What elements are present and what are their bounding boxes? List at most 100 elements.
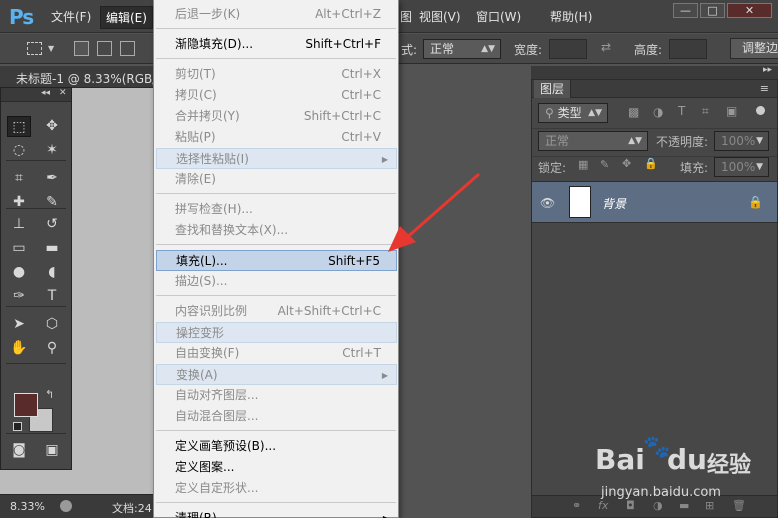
menu-edit[interactable]: 编辑(E): [100, 6, 153, 29]
edit-menu-item[interactable]: 合并拷贝(Y) Shift+Ctrl+C: [156, 106, 397, 127]
collapse-icon[interactable]: ◂◂: [41, 88, 50, 98]
lock-all-icon[interactable]: 🔒: [644, 157, 658, 170]
width-input[interactable]: [549, 39, 587, 59]
screen-mode-icon[interactable]: ▣: [40, 440, 64, 461]
delete-layer-icon[interactable]: 🗑: [732, 499, 746, 512]
link-layers-icon[interactable]: ⚭: [572, 499, 581, 512]
new-selection-icon[interactable]: [74, 41, 89, 56]
pen-icon[interactable]: ✑: [7, 286, 31, 307]
edit-menu-item[interactable]: 自由变换(F) Ctrl+T: [156, 343, 397, 364]
new-group-icon[interactable]: ▬: [679, 499, 689, 512]
menu-window[interactable]: 窗口(W): [476, 8, 521, 25]
default-colors-icon[interactable]: [13, 422, 22, 431]
swap-colors-icon[interactable]: ↰: [45, 388, 54, 401]
pixel-filter-icon[interactable]: ▩: [628, 105, 639, 119]
add-mask-icon[interactable]: ◘: [626, 499, 635, 512]
brush-icon[interactable]: ✎: [40, 192, 64, 213]
eraser-icon[interactable]: ▭: [7, 238, 31, 259]
height-input[interactable]: [669, 39, 707, 59]
shape-filter-icon[interactable]: ⌗: [702, 104, 709, 119]
edit-menu-item[interactable]: 剪切(T) Ctrl+X: [156, 64, 397, 85]
healing-brush-icon[interactable]: ✚: [7, 192, 31, 213]
gradient-icon[interactable]: ▬: [40, 238, 64, 259]
new-layer-icon[interactable]: ⊞: [705, 499, 714, 512]
menu-image-partial[interactable]: 图: [400, 8, 412, 25]
eye-icon[interactable]: 👁: [540, 196, 555, 210]
swap-icon[interactable]: ⇄: [601, 40, 611, 54]
document-tab[interactable]: 未标题-1 @ 8.33%(RGB/8: [0, 66, 164, 88]
edit-menu-item[interactable]: 拼写检查(H)...: [156, 199, 397, 220]
layer-name[interactable]: 背景: [602, 195, 626, 212]
adjustment-layer-icon[interactable]: ◑: [653, 499, 663, 512]
foreground-color-swatch[interactable]: [14, 393, 38, 417]
history-brush-icon[interactable]: ↺: [40, 214, 64, 235]
zoom-icon[interactable]: ⚲: [40, 338, 64, 359]
tab-layers[interactable]: 图层: [534, 80, 572, 98]
edit-menu-item[interactable]: 变换(A) ▶: [156, 364, 397, 385]
lock-position-icon[interactable]: ✥: [622, 157, 631, 170]
edit-menu-item[interactable]: 定义画笔预设(B)...: [156, 436, 397, 457]
close-button[interactable]: ✕: [727, 3, 772, 18]
add-selection-icon[interactable]: [97, 41, 112, 56]
smart-object-filter-icon[interactable]: ▣: [726, 104, 737, 118]
panel-dock-header[interactable]: ▸▸: [531, 65, 778, 79]
filter-kind-select[interactable]: ⚲ 类型 ▲▼: [538, 103, 608, 123]
rect-marquee-icon[interactable]: ⬚: [7, 116, 31, 137]
fx-icon[interactable]: fx: [598, 499, 608, 512]
clone-stamp-icon[interactable]: ⊥: [7, 214, 31, 235]
path-select-icon[interactable]: ➤: [7, 314, 31, 335]
adjustment-filter-icon[interactable]: ◑: [653, 105, 663, 119]
edit-menu-item[interactable]: 粘贴(P) Ctrl+V: [156, 127, 397, 148]
lock-image-icon[interactable]: ✎: [600, 158, 609, 171]
shape-icon[interactable]: ⬡: [40, 314, 64, 335]
hand-icon[interactable]: ✋: [7, 338, 31, 359]
edit-menu-item[interactable]: 填充(L)... Shift+F5: [156, 250, 397, 271]
lock-transparent-icon[interactable]: ▦: [578, 158, 588, 171]
edit-menu-item[interactable]: 后退一步(K) Alt+Ctrl+Z: [156, 4, 397, 25]
minimize-button[interactable]: —: [673, 3, 698, 18]
panel-menu-icon[interactable]: ≡: [760, 82, 769, 95]
marquee-preset-icon[interactable]: [27, 42, 42, 55]
toolbox-header[interactable]: ◂◂ ✕: [1, 88, 71, 102]
edit-menu-item[interactable]: 清除(E): [156, 169, 397, 190]
edit-menu-item[interactable]: 拷贝(C) Ctrl+C: [156, 85, 397, 106]
crop-icon[interactable]: ⌗: [7, 168, 31, 189]
eyedropper-icon[interactable]: ✒: [40, 168, 64, 189]
edit-menu-item[interactable]: 自动对齐图层...: [156, 385, 397, 406]
edit-menu-item[interactable]: 清理(R) ▶: [156, 508, 397, 518]
close-panel-icon[interactable]: ✕: [59, 88, 67, 98]
expand-panels-icon[interactable]: ▸▸: [763, 65, 772, 75]
edit-menu-item[interactable]: 定义自定形状...: [156, 478, 397, 499]
edit-menu-item[interactable]: 查找和替换文本(X)...: [156, 220, 397, 241]
edit-menu-item[interactable]: 描边(S)...: [156, 271, 397, 292]
maximize-button[interactable]: □: [700, 3, 725, 18]
quick-mask-icon[interactable]: ◙: [7, 440, 31, 461]
chevron-down-icon[interactable]: ▼: [48, 44, 54, 53]
menu-file[interactable]: 文件(F): [51, 8, 91, 25]
edit-menu-item[interactable]: 渐隐填充(D)... Shift+Ctrl+F: [156, 34, 397, 55]
magic-wand-icon[interactable]: ✶: [40, 140, 64, 161]
type-filter-icon[interactable]: T: [678, 104, 685, 118]
opacity-input[interactable]: 100% ▼: [714, 131, 769, 151]
dodge-icon[interactable]: ◖: [40, 262, 64, 283]
filter-toggle-icon[interactable]: [756, 106, 765, 115]
blur-icon[interactable]: ●: [7, 262, 31, 283]
edit-menu-item[interactable]: 定义图案...: [156, 457, 397, 478]
zoom-level[interactable]: 8.33%: [10, 500, 45, 513]
status-menu-icon[interactable]: [60, 500, 72, 512]
edit-menu-item[interactable]: 操控变形: [156, 322, 397, 343]
refine-edge-button[interactable]: 调整边: [730, 38, 778, 59]
menu-help[interactable]: 帮助(H): [550, 8, 592, 25]
move-icon[interactable]: ✥: [40, 116, 64, 137]
type-icon[interactable]: T: [40, 286, 64, 307]
edit-menu-item[interactable]: 内容识别比例 Alt+Shift+Ctrl+C: [156, 301, 397, 322]
edit-menu-item[interactable]: 自动混合图层...: [156, 406, 397, 427]
menu-view[interactable]: 视图(V): [419, 8, 461, 25]
layer-row-background[interactable]: 👁 背景 🔒: [532, 181, 777, 223]
fill-input[interactable]: 100% ▼: [714, 157, 769, 177]
lasso-icon[interactable]: ◌: [7, 140, 31, 161]
subtract-selection-icon[interactable]: [120, 41, 135, 56]
blend-mode-select[interactable]: 正常 ▲▼: [538, 131, 648, 151]
style-select[interactable]: 正常 ▲▼: [423, 39, 501, 59]
edit-menu-item[interactable]: 选择性粘贴(I) ▶: [156, 148, 397, 169]
